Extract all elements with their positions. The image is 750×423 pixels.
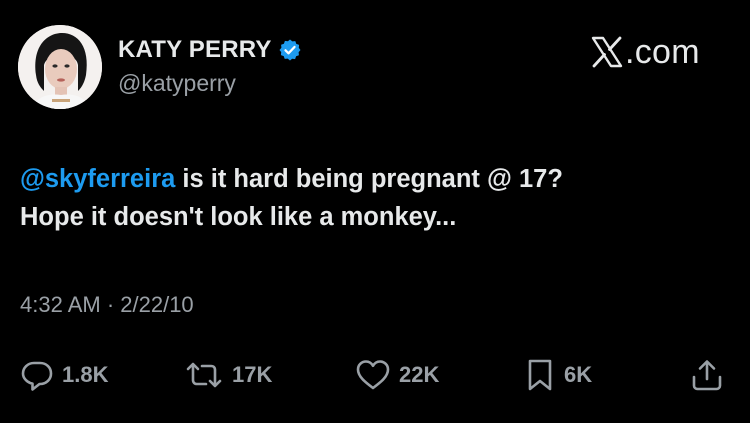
mention-link[interactable]: @skyferreira xyxy=(20,165,175,193)
brand-domain-text: .com xyxy=(625,32,700,71)
tweet-text-segment: is it hard being pregnant @ 17? xyxy=(175,165,563,193)
tweet-text: @skyferreira is it hard being pregnant @… xyxy=(20,160,730,236)
author-name-row[interactable]: KATY PERRY xyxy=(118,36,302,64)
avatar[interactable] xyxy=(18,25,102,109)
repost-count: 17K xyxy=(232,362,273,387)
tweet-timestamp[interactable]: 4:32 AM · 2/22/10 xyxy=(20,292,194,318)
like-button[interactable]: 22K xyxy=(355,355,439,395)
bookmark-button[interactable]: 6K xyxy=(524,355,592,395)
reply-icon xyxy=(20,358,54,392)
heart-icon xyxy=(355,358,391,392)
x-logo-icon xyxy=(590,35,624,69)
tweet-text-line-2: Hope it doesn't look like a monkey... xyxy=(20,203,457,231)
bookmark-count: 6K xyxy=(564,362,593,387)
tweet-card: KATY PERRY @katyperry .com @skyferreira … xyxy=(0,0,750,423)
share-icon xyxy=(690,358,724,392)
like-count: 22K xyxy=(399,362,440,387)
bookmark-icon xyxy=(524,358,556,392)
brand-logo: .com xyxy=(590,32,720,72)
share-button[interactable] xyxy=(690,355,724,395)
avatar-image xyxy=(18,25,102,109)
reply-count: 1.8K xyxy=(62,362,109,387)
repost-icon xyxy=(184,358,224,392)
author-handle[interactable]: @katyperry xyxy=(118,70,236,97)
verified-badge-icon xyxy=(278,38,302,62)
repost-button[interactable]: 17K xyxy=(184,355,272,395)
action-bar: 1.8K 17K 22K 6K xyxy=(0,355,750,395)
reply-button[interactable]: 1.8K xyxy=(20,355,108,395)
tweet-text-line-1: @skyferreira is it hard being pregnant @… xyxy=(20,160,730,198)
author-display-name[interactable]: KATY PERRY xyxy=(118,36,272,64)
